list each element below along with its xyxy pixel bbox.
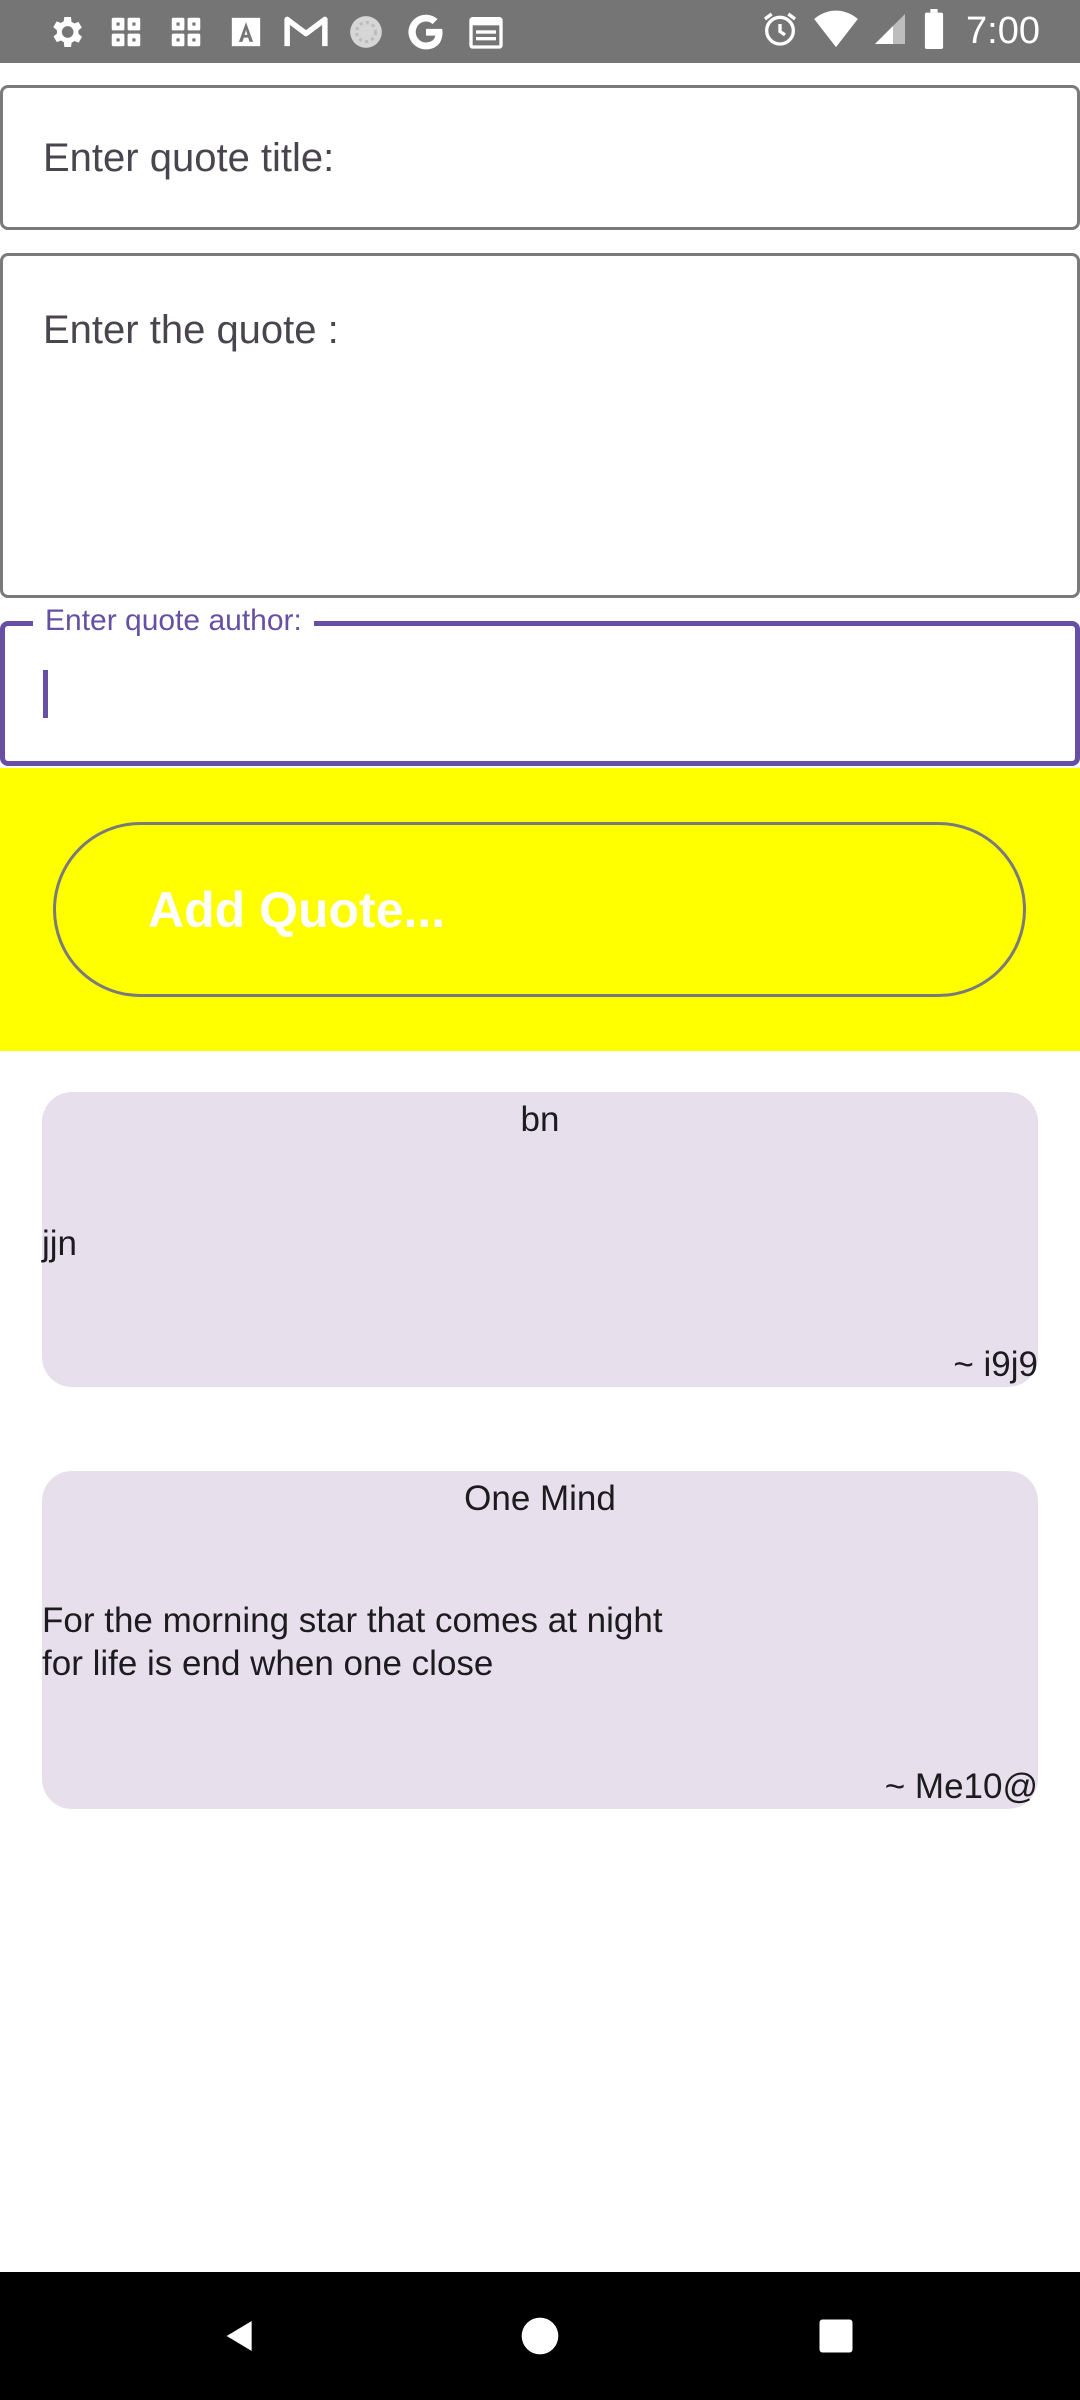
quote-card-text: jjn [42,1224,78,1263]
battery-icon [922,9,946,54]
status-time: 7:00 [966,10,1040,52]
sim-card-icon [104,10,148,54]
navigation-bar [0,2272,1080,2400]
add-quote-button[interactable]: Add Quote... [53,822,1026,997]
quote-author-field[interactable]: Enter quote author: [0,604,1080,766]
home-icon[interactable] [508,2304,572,2368]
quote-card-title: One Mind [464,1479,616,1518]
add-quote-area: Add Quote... [0,768,1080,1051]
loading-circle-icon [344,10,388,54]
quote-card-text: For the morning star that comes at night… [42,1601,663,1683]
quote-card-title: bn [520,1100,560,1139]
quote-text-field[interactable]: Enter the quote : [0,253,1080,598]
quote-title-field[interactable]: Enter quote title: [0,85,1080,230]
notification-icons [44,0,508,63]
quote-card[interactable]: One Mind For the morning star that comes… [42,1471,1038,1809]
gmail-icon [284,10,328,54]
calendar-icon [464,10,508,54]
back-icon[interactable] [208,2304,272,2368]
recent-apps-icon[interactable] [804,2304,868,2368]
system-status-icons: 7:00 [760,0,1040,63]
quote-text-placeholder: Enter the quote : [43,308,339,352]
quote-card-author: ~ i9j9 [953,1345,1038,1384]
signal-icon [872,11,908,52]
status-bar: 7:00 [0,0,1080,63]
text-cursor [43,670,48,718]
quote-author-label: Enter quote author: [33,604,314,638]
wifi-icon [814,9,858,54]
google-icon [404,10,448,54]
quote-card-author: ~ Me10@ [884,1767,1038,1806]
settings-icon [44,10,88,54]
quote-title-placeholder: Enter quote title: [43,136,335,180]
quote-card[interactable]: bn jjn ~ i9j9 [42,1092,1038,1387]
sim-card-icon [164,10,208,54]
font-a-icon [224,10,268,54]
alarm-icon [760,9,800,54]
